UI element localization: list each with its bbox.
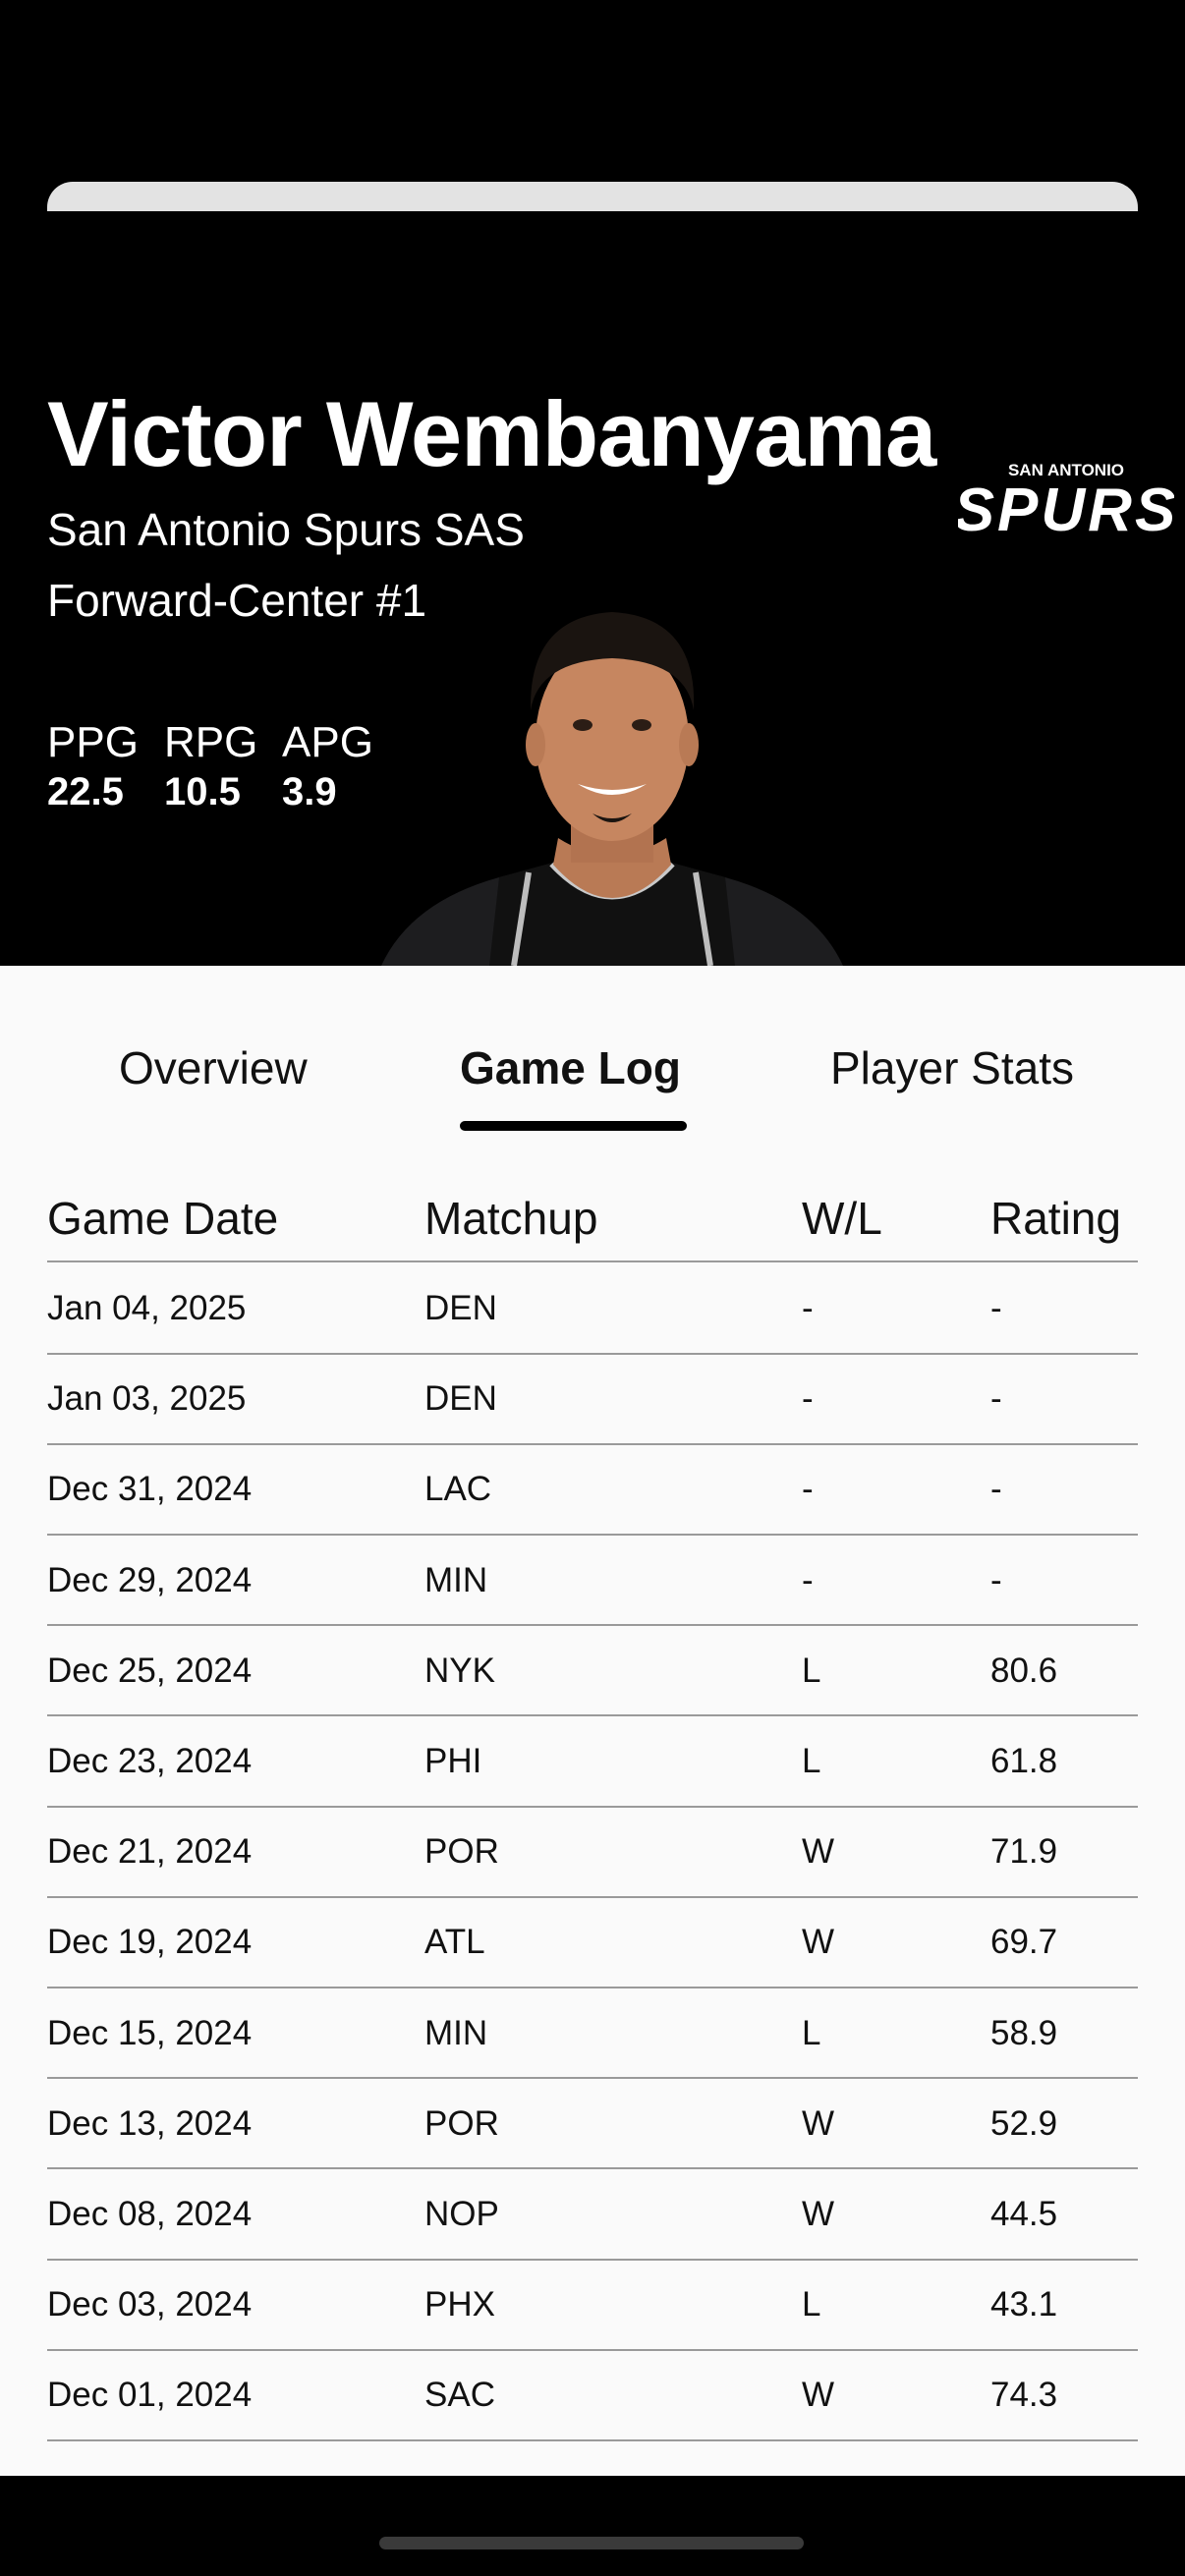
stat-value: 10.5 — [164, 770, 241, 813]
player-position: Forward-Center #1 — [47, 575, 427, 626]
table-row[interactable]: Dec 19, 2024 ATL W 69.7 — [47, 1897, 1138, 1988]
table-row[interactable]: Dec 01, 2024 SAC W 74.3 — [47, 2350, 1138, 2441]
logo-main-text: SPURS — [958, 476, 1174, 544]
cell-matchup: MIN — [424, 2013, 488, 2052]
cell-matchup: ATL — [424, 1923, 485, 1962]
sheet-grabber[interactable] — [47, 182, 1138, 211]
cell-wl: W — [802, 1923, 835, 1962]
stat-label: APG — [282, 718, 373, 766]
tab-overview[interactable]: Overview — [119, 1041, 308, 1094]
table-row[interactable]: Dec 03, 2024 PHX L 43.1 — [47, 2260, 1138, 2351]
cell-game-date: Dec 08, 2024 — [47, 2195, 253, 2233]
table-header: Game Date Matchup W/L Rating — [47, 1184, 1138, 1262]
spurs-logo: SAN ANTONIO SPURS — [958, 461, 1174, 544]
cell-wl: - — [802, 1470, 814, 1509]
home-indicator[interactable] — [379, 2537, 804, 2549]
stat-value: 22.5 — [47, 770, 124, 813]
header-matchup[interactable]: Matchup — [424, 1192, 597, 1245]
cell-rating: 80.6 — [990, 1651, 1058, 1690]
cell-wl: W — [802, 2103, 835, 2143]
tab-game-log[interactable]: Game Log — [460, 1041, 681, 1094]
cell-matchup: DEN — [424, 1289, 497, 1327]
cell-rating: 44.5 — [990, 2195, 1058, 2233]
cell-rating: 61.8 — [990, 1742, 1058, 1780]
table-row[interactable]: Dec 21, 2024 POR W 71.9 — [47, 1807, 1138, 1898]
player-name: Victor Wembanyama — [47, 382, 936, 485]
cell-game-date: Jan 04, 2025 — [47, 1289, 247, 1327]
cell-rating: - — [990, 1560, 1002, 1599]
stat-value: 3.9 — [282, 770, 337, 813]
cell-wl: W — [802, 2195, 835, 2233]
player-team: San Antonio Spurs SAS — [47, 504, 525, 555]
cell-matchup: DEN — [424, 1379, 497, 1419]
cell-wl: W — [802, 2376, 835, 2415]
cell-game-date: Dec 29, 2024 — [47, 1560, 253, 1599]
cell-rating: 74.3 — [990, 2376, 1058, 2415]
cell-wl: W — [802, 1832, 835, 1872]
cell-matchup: LAC — [424, 1470, 492, 1509]
table-row[interactable]: Jan 04, 2025 DEN - - — [47, 1263, 1138, 1355]
cell-rating: 71.9 — [990, 1832, 1058, 1872]
cell-game-date: Dec 15, 2024 — [47, 2013, 253, 2052]
stat-rpg: RPG 10.5 — [164, 717, 257, 815]
cell-game-date: Dec 03, 2024 — [47, 2285, 253, 2324]
stat-label: PPG — [47, 718, 139, 766]
tab-player-stats[interactable]: Player Stats — [830, 1041, 1074, 1094]
cell-wl: - — [802, 1379, 814, 1419]
cell-wl: - — [802, 1289, 814, 1327]
cell-matchup: POR — [424, 2103, 499, 2143]
cell-matchup: MIN — [424, 1560, 488, 1599]
cell-matchup: NYK — [424, 1651, 495, 1690]
cell-matchup: PHI — [424, 1742, 482, 1780]
cell-game-date: Dec 31, 2024 — [47, 1470, 253, 1509]
cell-rating: 69.7 — [990, 1923, 1058, 1962]
cell-matchup: PHX — [424, 2285, 495, 2324]
table-row[interactable]: Jan 03, 2025 DEN - - — [47, 1354, 1138, 1445]
cell-matchup: POR — [424, 1832, 499, 1872]
cell-wl: L — [802, 1651, 821, 1690]
cell-game-date: Dec 13, 2024 — [47, 2103, 253, 2143]
cell-wl: - — [802, 1560, 814, 1599]
table-row[interactable]: Dec 31, 2024 LAC - - — [47, 1444, 1138, 1536]
cell-game-date: Dec 21, 2024 — [47, 1832, 253, 1872]
stat-apg: APG 3.9 — [282, 717, 373, 815]
cell-rating: - — [990, 1379, 1002, 1419]
header-wl[interactable]: W/L — [802, 1192, 882, 1245]
cell-matchup: NOP — [424, 2195, 499, 2233]
table-row[interactable]: Dec 15, 2024 MIN L 58.9 — [47, 1988, 1138, 2080]
cell-game-date: Dec 23, 2024 — [47, 1742, 253, 1780]
cell-game-date: Dec 25, 2024 — [47, 1651, 253, 1690]
cell-rating: 43.1 — [990, 2285, 1058, 2324]
header-rating[interactable]: Rating — [990, 1192, 1121, 1245]
cell-wl: L — [802, 1742, 821, 1780]
cell-rating: 52.9 — [990, 2103, 1058, 2143]
cell-rating: 58.9 — [990, 2013, 1058, 2052]
cell-matchup: SAC — [424, 2376, 495, 2415]
stat-label: RPG — [164, 718, 258, 766]
cell-game-date: Dec 01, 2024 — [47, 2376, 253, 2415]
player-headshot — [381, 612, 843, 966]
cell-rating: - — [990, 1470, 1002, 1509]
stat-ppg: PPG 22.5 — [47, 717, 139, 815]
cell-rating: - — [990, 1289, 1002, 1327]
table-row[interactable]: Dec 23, 2024 PHI L 61.8 — [47, 1716, 1138, 1808]
cell-wl: L — [802, 2013, 821, 2052]
active-tab-indicator — [460, 1121, 687, 1131]
cell-game-date: Dec 19, 2024 — [47, 1923, 253, 1962]
header-game-date[interactable]: Game Date — [47, 1192, 278, 1245]
table-row[interactable]: Dec 13, 2024 POR W 52.9 — [47, 2079, 1138, 2170]
table-row[interactable]: Dec 29, 2024 MIN - - — [47, 1536, 1138, 1627]
cell-wl: L — [802, 2285, 821, 2324]
table-row[interactable]: Dec 08, 2024 NOP W 44.5 — [47, 2169, 1138, 2261]
table-row[interactable]: Dec 25, 2024 NYK L 80.6 — [47, 1626, 1138, 1717]
cell-game-date: Jan 03, 2025 — [47, 1379, 247, 1419]
